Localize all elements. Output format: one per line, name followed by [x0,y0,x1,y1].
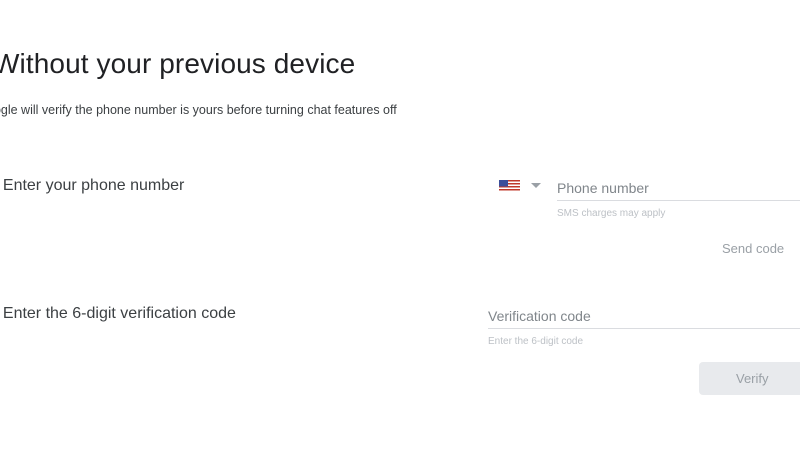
phone-number-input[interactable] [557,176,800,201]
us-flag-icon[interactable] [499,180,520,192]
verify-button[interactable]: Verify [699,362,800,395]
page-subtitle: oogle will verify the phone number is yo… [0,103,397,117]
verification-code-input[interactable] [488,304,800,329]
country-dropdown-chevron-icon[interactable] [531,183,541,188]
step-phone-label: . Enter your phone number [0,177,185,194]
page-title: Without your previous device [0,48,356,79]
page: Without your previous device oogle will … [0,0,800,450]
step-code-label: . Enter the 6-digit verification code [0,305,236,322]
send-code-button[interactable]: Send code [712,236,794,260]
verification-code-helper: Enter the 6-digit code [488,336,584,347]
sms-charges-helper: SMS charges may apply [557,208,666,219]
